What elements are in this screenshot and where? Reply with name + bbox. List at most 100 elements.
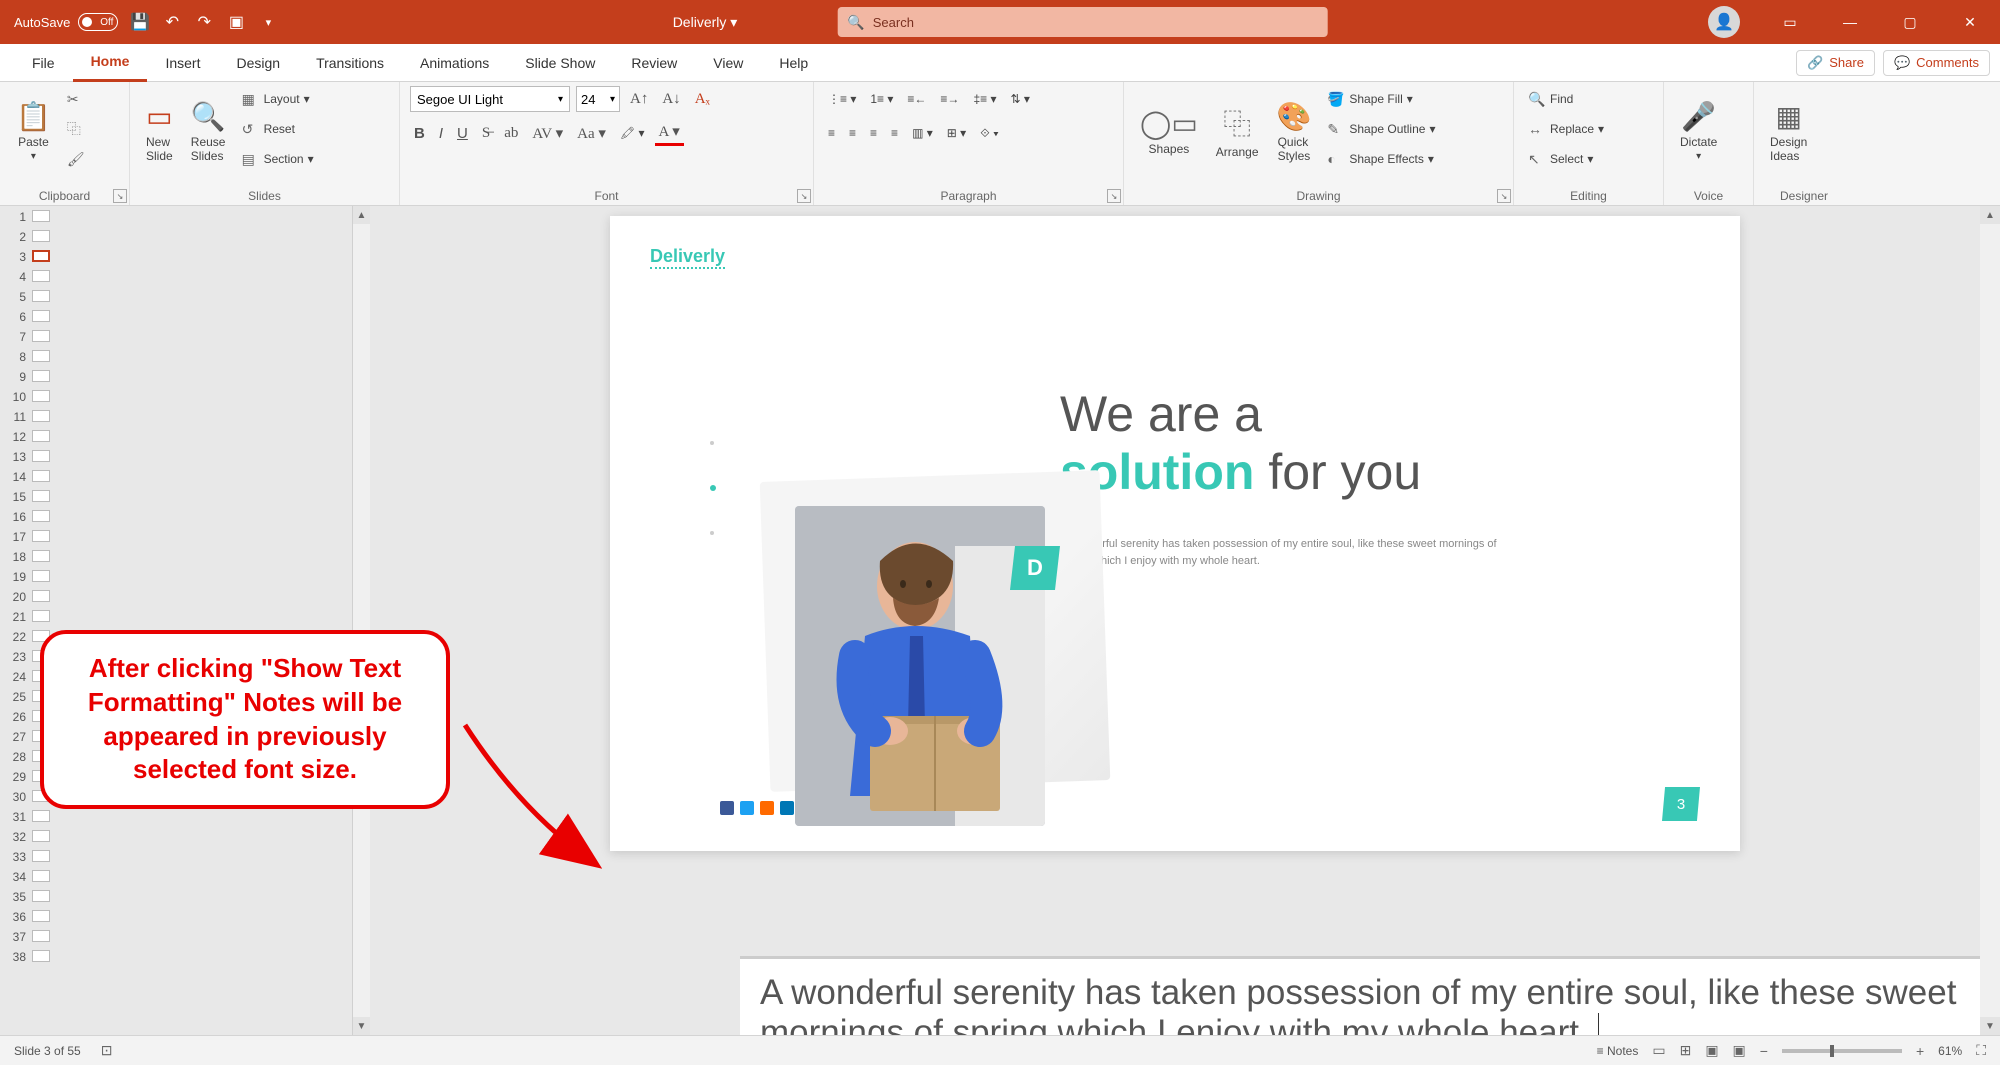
- slideshow-view-icon[interactable]: ▣: [1733, 1042, 1746, 1059]
- thumbnail-number[interactable]: 4: [0, 270, 30, 290]
- save-icon[interactable]: 💾: [130, 12, 150, 32]
- thumbnail-number[interactable]: 31: [0, 810, 30, 830]
- thumbnail-slide[interactable]: [32, 330, 50, 342]
- thumbnail-number[interactable]: 26: [0, 710, 30, 730]
- quick-styles-button[interactable]: 🎨Quick Styles: [1271, 86, 1318, 176]
- shape-outline-button[interactable]: ✎Shape Outline ▾: [1323, 116, 1439, 142]
- thumbnail-number[interactable]: 38: [0, 950, 30, 970]
- copy-button[interactable]: ⿻: [63, 116, 89, 142]
- reuse-slides-button[interactable]: 🔍Reuse Slides: [185, 86, 232, 176]
- thumbnail-slide[interactable]: [32, 490, 50, 502]
- justify-button[interactable]: ≡: [887, 120, 902, 146]
- arrange-button[interactable]: ⿻Arrange: [1210, 86, 1265, 176]
- thumbnail-number[interactable]: 3: [0, 250, 30, 270]
- bold-button[interactable]: B: [410, 120, 429, 146]
- share-button[interactable]: 🔗 Share: [1796, 50, 1875, 76]
- thumbnail-slide[interactable]: [32, 930, 50, 942]
- smartart-button[interactable]: ⟐ ▾: [976, 120, 1003, 146]
- thumbnail-number[interactable]: 13: [0, 450, 30, 470]
- scroll-up-icon[interactable]: ▲: [1980, 206, 2000, 224]
- thumbnail-number[interactable]: 25: [0, 690, 30, 710]
- autosave-toggle[interactable]: AutoSave Off: [14, 13, 118, 31]
- thumbnail-number[interactable]: 23: [0, 650, 30, 670]
- thumbnail-number[interactable]: 9: [0, 370, 30, 390]
- document-name[interactable]: Deliverly ▾: [673, 14, 738, 31]
- thumbnail-slide[interactable]: [32, 270, 50, 282]
- thumbnail-number[interactable]: 8: [0, 350, 30, 370]
- font-size-selector[interactable]: 24▾: [576, 86, 620, 112]
- shape-fill-button[interactable]: 🪣Shape Fill ▾: [1323, 86, 1439, 112]
- autosave-switch[interactable]: Off: [78, 13, 118, 31]
- notes-panel[interactable]: A wonderful serenity has taken possessio…: [740, 956, 1980, 1035]
- shape-effects-button[interactable]: ◐Shape Effects ▾: [1323, 146, 1439, 172]
- underline-button[interactable]: U: [453, 120, 472, 146]
- thumbnail-number[interactable]: 12: [0, 430, 30, 450]
- tab-home[interactable]: Home: [73, 44, 148, 82]
- qat-customize-icon[interactable]: ▾: [258, 12, 278, 32]
- fit-to-window-icon[interactable]: ⛶: [1976, 1042, 1986, 1059]
- align-center-button[interactable]: ≡: [845, 120, 860, 146]
- thumbnail-slide[interactable]: [32, 450, 50, 462]
- thumbnail-number[interactable]: 33: [0, 850, 30, 870]
- design-ideas-button[interactable]: ▦Design Ideas: [1764, 86, 1813, 176]
- thumbnail-number[interactable]: 5: [0, 290, 30, 310]
- thumbnail-slide[interactable]: [32, 570, 50, 582]
- scroll-down-icon[interactable]: ▼: [1980, 1017, 2000, 1035]
- accessibility-icon[interactable]: ⊡: [101, 1042, 113, 1059]
- thumbnail-slide[interactable]: [32, 470, 50, 482]
- paragraph-launcher[interactable]: ↘: [1107, 189, 1121, 203]
- clear-formatting-button[interactable]: Aₓ: [691, 86, 714, 112]
- thumbnail-slide[interactable]: [32, 410, 50, 422]
- slide-scrollbar[interactable]: ▲ ▼: [1980, 206, 2000, 1035]
- tab-help[interactable]: Help: [761, 44, 826, 82]
- thumbnail-number[interactable]: 34: [0, 870, 30, 890]
- replace-button[interactable]: ↔Replace ▾: [1524, 116, 1608, 142]
- thumbnail-slide[interactable]: [32, 230, 50, 242]
- thumbnail-slide[interactable]: [32, 210, 50, 222]
- thumbnail-number[interactable]: 29: [0, 770, 30, 790]
- minimize-icon[interactable]: —: [1820, 0, 1880, 44]
- find-button[interactable]: 🔍Find: [1524, 86, 1608, 112]
- thumbnail-number[interactable]: 11: [0, 410, 30, 430]
- search-box[interactable]: 🔍 Search: [837, 7, 1327, 37]
- thumbnail-number[interactable]: 6: [0, 310, 30, 330]
- thumbnail-slide[interactable]: [32, 310, 50, 322]
- tab-file[interactable]: File: [14, 44, 73, 82]
- thumbnail-scrollbar[interactable]: ▲ ▼: [352, 206, 370, 1035]
- paste-button[interactable]: 📋Paste▾: [10, 86, 57, 176]
- thumbnail-number[interactable]: 36: [0, 910, 30, 930]
- maximize-icon[interactable]: ▢: [1880, 0, 1940, 44]
- thumbnail-slide[interactable]: [32, 350, 50, 362]
- zoom-in-icon[interactable]: +: [1916, 1043, 1924, 1059]
- reading-view-icon[interactable]: ▣: [1705, 1042, 1718, 1059]
- text-direction-button[interactable]: ⇅ ▾: [1006, 86, 1033, 112]
- thumbnail-slide[interactable]: [32, 290, 50, 302]
- bullets-button[interactable]: ⋮≡ ▾: [824, 86, 860, 112]
- thumbnail-slide[interactable]: [32, 510, 50, 522]
- zoom-slider[interactable]: [1782, 1049, 1902, 1053]
- tab-view[interactable]: View: [695, 44, 761, 82]
- thumbnail-slide[interactable]: [32, 610, 50, 622]
- spacing-button[interactable]: AV ▾: [528, 120, 567, 146]
- format-painter-button[interactable]: 🖌: [63, 146, 89, 172]
- section-button[interactable]: ▤Section ▾: [238, 146, 318, 172]
- slide-canvas[interactable]: Deliverly We are a solution for you A wo…: [610, 216, 1740, 851]
- layout-button[interactable]: ▦Layout ▾: [238, 86, 318, 112]
- align-text-button[interactable]: ⊞ ▾: [943, 120, 970, 146]
- cut-button[interactable]: ✂: [63, 86, 89, 112]
- increase-font-button[interactable]: A↑: [626, 86, 652, 112]
- thumbnail-number[interactable]: 28: [0, 750, 30, 770]
- thumbnail-slide[interactable]: [32, 890, 50, 902]
- shapes-button[interactable]: ◯▭Shapes: [1134, 86, 1204, 176]
- slide-body-text[interactable]: A wonderful serenity has taken possessio…: [1060, 536, 1520, 569]
- decrease-font-button[interactable]: A↓: [658, 86, 684, 112]
- italic-button[interactable]: I: [435, 120, 447, 146]
- thumbnail-number[interactable]: 2: [0, 230, 30, 250]
- thumbnail-number[interactable]: 37: [0, 930, 30, 950]
- thumbnail-panel[interactable]: 1234567891011121314151617181920212223242…: [0, 206, 370, 1035]
- reset-button[interactable]: ↺Reset: [238, 116, 318, 142]
- thumbnail-slide[interactable]: [32, 850, 50, 862]
- thumbnail-number[interactable]: 10: [0, 390, 30, 410]
- slide-editor-area[interactable]: Deliverly We are a solution for you A wo…: [370, 206, 2000, 1035]
- thumbnail-number[interactable]: 22: [0, 630, 30, 650]
